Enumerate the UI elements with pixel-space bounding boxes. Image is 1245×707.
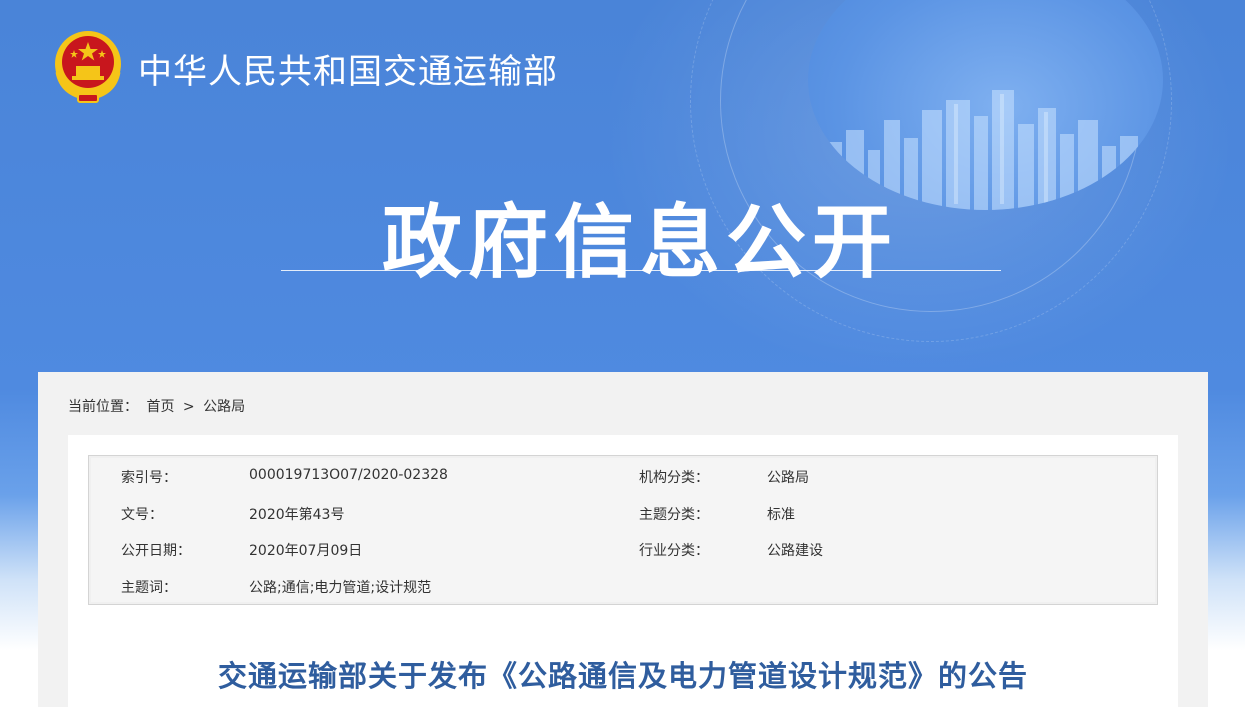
metadata-value: 标准 [767,507,795,523]
content-panel: 当前位置： 首页 > 公路局 索引号： 000019713O07/2020-02… [38,372,1208,707]
metadata-value: 公路;通信;电力管道;设计规范 [249,580,432,596]
hero-title: 政府信息公开 [382,196,898,289]
article-card: 索引号： 000019713O07/2020-02328 机构分类： 公路局 文… [68,435,1178,707]
breadcrumb-home-link[interactable]: 首页 [146,399,174,415]
metadata-value: 2020年07月09日 [249,543,363,559]
metadata-label: 主题词： [121,580,177,596]
breadcrumb-prefix: 当前位置： [68,399,138,415]
metadata-value: 公路建设 [767,543,823,559]
metadata-row: 索引号： 000019713O07/2020-02328 机构分类： 公路局 [89,467,1157,491]
metadata-row: 文号： 2020年第43号 主题分类： 标准 [89,504,1157,528]
metadata-value: 公路局 [767,470,809,486]
metadata-label: 文号： [121,507,163,523]
breadcrumb-current-link[interactable]: 公路局 [203,399,245,415]
metadata-row: 主题词： 公路;通信;电力管道;设计规范 [89,577,1157,601]
metadata-label: 公开日期： [121,543,191,559]
national-emblem-icon [55,31,121,103]
document-title: 交通运输部关于发布《公路通信及电力管道设计规范》的公告 [217,659,1028,693]
hero-divider [281,270,1001,271]
metadata-table: 索引号： 000019713O07/2020-02328 机构分类： 公路局 文… [88,455,1158,605]
metadata-value: 000019713O07/2020-02328 [249,467,448,483]
metadata-label: 机构分类： [639,470,709,486]
metadata-label: 主题分类： [639,507,709,523]
breadcrumb-separator: > [182,399,195,415]
site-name[interactable]: 中华人民共和国交通运输部 [138,44,558,93]
metadata-value: 2020年第43号 [249,507,345,523]
metadata-label: 索引号： [121,470,177,486]
metadata-label: 行业分类： [639,543,709,559]
breadcrumb: 当前位置： 首页 > 公路局 [68,396,249,416]
metadata-row: 公开日期： 2020年07月09日 行业分类： 公路建设 [89,540,1157,564]
